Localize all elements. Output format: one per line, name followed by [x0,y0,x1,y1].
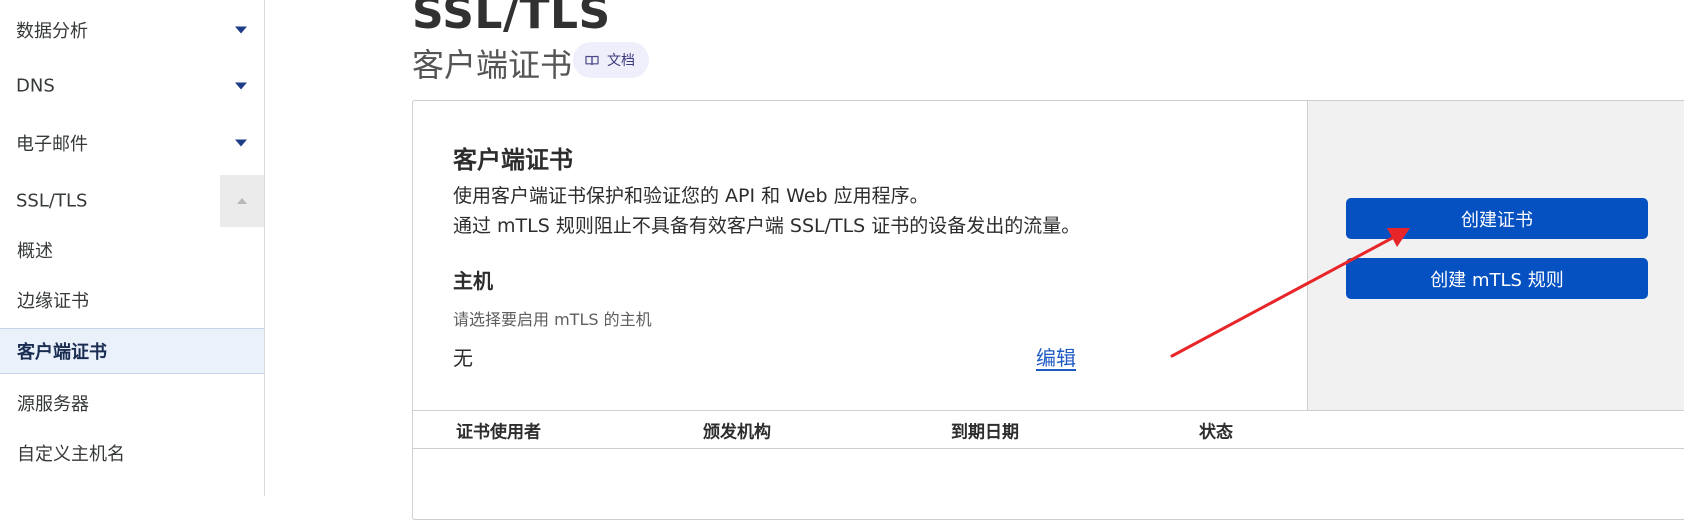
page-title: SSL/TLS [412,0,611,39]
sidebar-group-label: SSL/TLS [16,190,88,212]
card-description: 使用客户端证书保护和验证您的 API 和 Web 应用程序。 [453,185,929,207]
docs-label: 文档 [607,53,635,69]
docs-link[interactable]: 文档 [573,42,649,78]
page-subtitle: 客户端证书 [412,46,573,84]
sidebar-group-ssl-tls[interactable]: SSL/TLS [0,175,264,227]
sidebar-item-label: 自定义主机名 [17,444,125,465]
create-certificate-button[interactable]: 创建证书 [1346,198,1648,239]
hosts-heading: 主机 [453,269,493,293]
sidebar-item-origin-server[interactable]: 源服务器 [0,380,264,426]
column-header-subject[interactable]: 证书使用者 [456,417,541,442]
chevron-down-icon [235,26,247,34]
sidebar-item-edge-certificates[interactable]: 边缘证书 [0,277,264,323]
sidebar-group-email[interactable]: 电子邮件 [0,117,264,169]
edit-hosts-link[interactable]: 编辑 [1036,342,1076,371]
book-icon [585,55,599,65]
create-mtls-rule-button[interactable]: 创建 mTLS 规则 [1346,258,1648,299]
column-header-status[interactable]: 状态 [1199,417,1233,442]
card-actions-panel [1307,101,1684,410]
column-header-expiration[interactable]: 到期日期 [951,417,1019,442]
chevron-down-icon [235,82,247,90]
sidebar-item-label: 概述 [17,241,53,262]
sidebar-item-label: 源服务器 [17,394,89,415]
sidebar-item-label: 客户端证书 [17,342,107,363]
hosts-value: 无 [453,346,473,370]
card-title: 客户端证书 [453,146,573,174]
sidebar-group-label: 电子邮件 [16,134,88,155]
sidebar-item-custom-hostnames[interactable]: 自定义主机名 [0,430,264,476]
certificates-table-header: 证书使用者 颁发机构 到期日期 状态 [413,410,1684,449]
chevron-up-icon [237,198,247,204]
hosts-hint: 请选择要启用 mTLS 的主机 [453,310,652,329]
sidebar-group-dns[interactable]: DNS [0,60,264,112]
sidebar: 数据分析 DNS 电子邮件 SSL/TLS 概述 边缘证书 客户端证书 源服务器… [0,0,265,496]
sidebar-group-label: 数据分析 [16,21,88,42]
chevron-down-icon [235,139,247,147]
sidebar-group-analytics[interactable]: 数据分析 [0,4,264,56]
sidebar-item-overview[interactable]: 概述 [0,227,264,273]
sidebar-group-label: DNS [16,75,55,97]
collapse-toggle[interactable] [220,175,264,227]
column-header-issuer[interactable]: 颁发机构 [703,417,771,442]
sidebar-item-client-certificates[interactable]: 客户端证书 [0,328,264,374]
card-description: 通过 mTLS 规则阻止不具备有效客户端 SSL/TLS 证书的设备发出的流量。 [453,215,1081,237]
sidebar-item-label: 边缘证书 [17,291,89,312]
